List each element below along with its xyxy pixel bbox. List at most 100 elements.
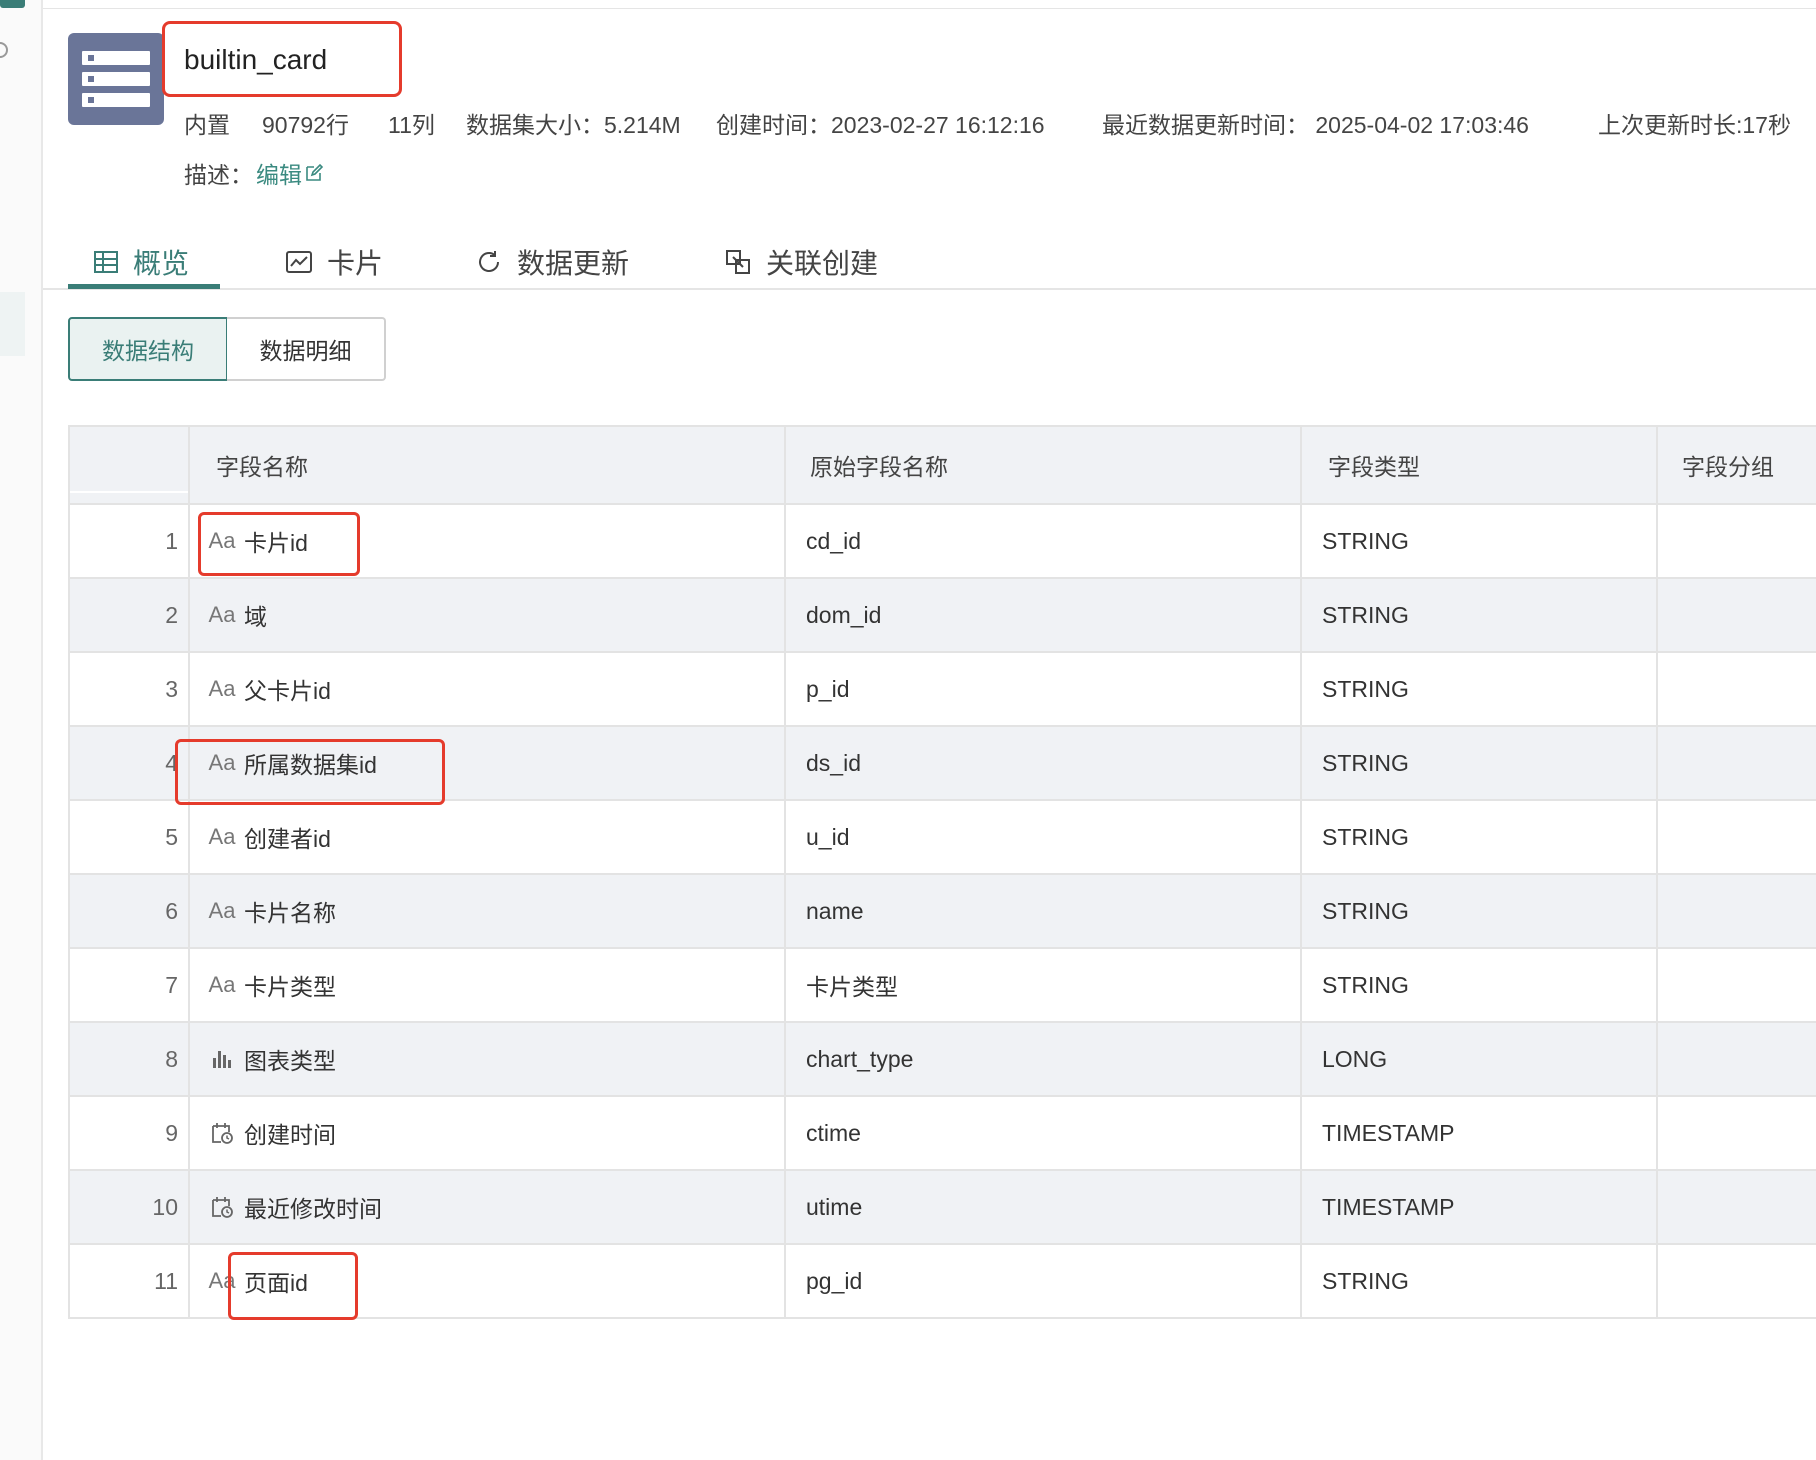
field-group xyxy=(1658,727,1816,799)
chart-card-icon xyxy=(286,251,312,273)
field-name: 最近修改时间 xyxy=(244,1196,382,1222)
field-type: STRING xyxy=(1302,1245,1658,1317)
table-icon xyxy=(94,251,118,273)
header-field-name: 字段名称 xyxy=(190,427,786,503)
original-field-name: 卡片类型 xyxy=(786,949,1302,1021)
link-create-icon xyxy=(726,250,750,274)
field-type: TIMESTAMP xyxy=(1302,1171,1658,1243)
meta-created: 创建时间：2023-02-27 16:12:16 xyxy=(716,112,1045,138)
row-index: 8 xyxy=(70,1023,190,1095)
refresh-icon xyxy=(479,251,499,272)
table-row[interactable]: 3 Aa 父卡片id p_id STRING xyxy=(68,653,1816,727)
calendar-clock-icon xyxy=(208,1194,236,1220)
original-field-name: ds_id xyxy=(786,727,1302,799)
field-type: STRING xyxy=(1302,579,1658,651)
field-type: STRING xyxy=(1302,875,1658,947)
description-label: 描述： xyxy=(184,162,253,188)
table-row[interactable]: 6 Aa 卡片名称 name STRING xyxy=(68,875,1816,949)
field-name: 创建者id xyxy=(244,826,331,852)
tab-bar: 概览 卡片 数据更新 关联创建 xyxy=(43,226,1816,290)
left-nav-icon[interactable] xyxy=(0,42,8,58)
meta-cols: 11列 xyxy=(388,112,435,138)
field-name: 域 xyxy=(244,604,267,630)
field-name-cell: Aa 卡片类型 xyxy=(190,949,786,1021)
field-name-cell: Aa 卡片名称 xyxy=(190,875,786,947)
table-row[interactable]: 10 最近修改时间 utime TIMESTAMP xyxy=(68,1171,1816,1245)
row-index: 5 xyxy=(70,801,190,873)
field-type: STRING xyxy=(1302,801,1658,873)
meta-last-duration: 上次更新时长:17秒 xyxy=(1598,112,1791,138)
row-index: 7 xyxy=(70,949,190,1021)
header-field-group: 字段分组 xyxy=(1682,454,1774,480)
meta-updated: 最近数据更新时间： 2025-04-02 17:03:46 xyxy=(1102,112,1529,138)
field-group xyxy=(1658,505,1816,577)
table-row[interactable]: 9 创建时间 ctime TIMESTAMP xyxy=(68,1097,1816,1171)
field-name-cell: 创建时间 xyxy=(190,1097,786,1169)
table-row[interactable]: 7 Aa 卡片类型 卡片类型 STRING xyxy=(68,949,1816,1023)
field-type: STRING xyxy=(1302,653,1658,725)
field-type: STRING xyxy=(1302,727,1658,799)
row-index: 1 xyxy=(70,505,190,577)
original-field-name: dom_id xyxy=(786,579,1302,651)
text-type-icon: Aa xyxy=(208,676,236,701)
left-nav-strip xyxy=(0,0,43,1460)
row-index: 4 xyxy=(70,727,190,799)
segment-data-detail[interactable]: 数据明细 xyxy=(227,317,386,381)
field-type: TIMESTAMP xyxy=(1302,1097,1658,1169)
field-name: 卡片名称 xyxy=(244,900,336,926)
field-type: STRING xyxy=(1302,949,1658,1021)
field-group xyxy=(1658,1245,1816,1317)
tab-label: 数据更新 xyxy=(517,248,630,279)
edit-label: 编辑 xyxy=(256,162,302,188)
field-name: 父卡片id xyxy=(244,678,331,704)
header-original-name: 原始字段名称 xyxy=(786,427,1302,503)
tab-overview[interactable]: 概览 xyxy=(93,234,189,290)
table-row[interactable]: 2 Aa 域 dom_id STRING xyxy=(68,579,1816,653)
original-field-name: u_id xyxy=(786,801,1302,873)
field-name: 卡片类型 xyxy=(244,974,336,1000)
field-group xyxy=(1658,1171,1816,1243)
field-name-cell: Aa 创建者id xyxy=(190,801,786,873)
original-field-name: cd_id xyxy=(786,505,1302,577)
field-type: STRING xyxy=(1302,505,1658,577)
field-name: 创建时间 xyxy=(244,1122,336,1148)
calendar-clock-icon xyxy=(208,1120,236,1146)
top-divider xyxy=(43,8,1816,9)
active-tab-underline xyxy=(68,284,220,289)
field-group xyxy=(1658,1023,1816,1095)
row-index: 10 xyxy=(70,1171,190,1243)
edit-description-link[interactable]: 编辑 xyxy=(256,156,324,190)
field-name: 图表类型 xyxy=(244,1048,336,1074)
table-row[interactable]: 8 图表类型 chart_type LONG xyxy=(68,1023,1816,1097)
left-nav-active-marker xyxy=(0,0,25,8)
row-index: 11 xyxy=(70,1245,190,1317)
tab-data-update[interactable]: 数据更新 xyxy=(475,234,629,290)
row-index: 6 xyxy=(70,875,190,947)
highlight-box-card-id xyxy=(198,512,360,576)
row-index: 3 xyxy=(70,653,190,725)
original-field-name: pg_id xyxy=(786,1245,1302,1317)
bar-chart-icon xyxy=(208,1046,236,1072)
field-type: LONG xyxy=(1302,1023,1658,1095)
title-highlight-box xyxy=(162,21,402,97)
tab-linked-create[interactable]: 关联创建 xyxy=(724,234,878,290)
field-group xyxy=(1658,875,1816,947)
field-group xyxy=(1658,801,1816,873)
tab-label: 关联创建 xyxy=(766,248,879,279)
left-nav-selected-item[interactable] xyxy=(0,292,25,356)
row-index: 9 xyxy=(70,1097,190,1169)
meta-size: 数据集大小：5.214M xyxy=(466,112,681,138)
field-group xyxy=(1658,653,1816,725)
segment-data-structure[interactable]: 数据结构 xyxy=(68,317,228,381)
text-type-icon: Aa xyxy=(208,824,236,849)
tab-cards[interactable]: 卡片 xyxy=(285,234,383,290)
text-type-icon: Aa xyxy=(208,898,236,923)
header-index xyxy=(70,427,190,503)
dataset-icon xyxy=(68,33,164,125)
tab-label: 概览 xyxy=(133,248,190,279)
field-name-cell: Aa 父卡片id xyxy=(190,653,786,725)
tab-label: 卡片 xyxy=(327,248,384,279)
field-name-cell: 图表类型 xyxy=(190,1023,786,1095)
meta-rows: 90792行 xyxy=(262,112,349,138)
table-row[interactable]: 5 Aa 创建者id u_id STRING xyxy=(68,801,1816,875)
